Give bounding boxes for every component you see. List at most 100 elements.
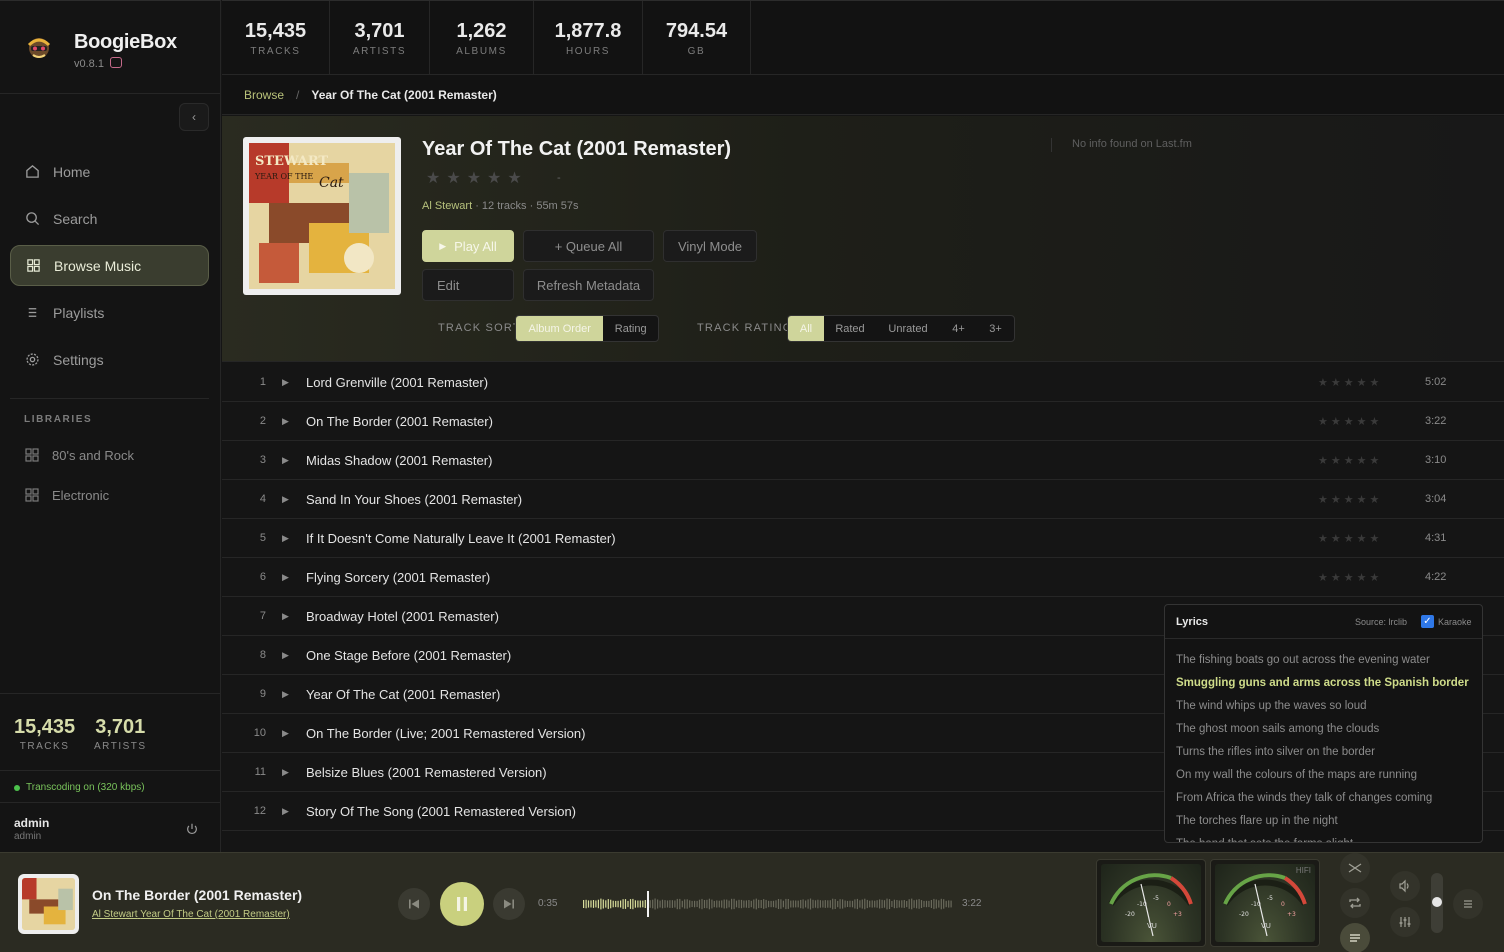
now-playing-cover[interactable] — [18, 874, 79, 934]
play-track-icon[interactable]: ▶ — [282, 767, 289, 778]
track-number: 10 — [253, 727, 266, 739]
track-title: On The Border (2001 Remaster) — [306, 413, 493, 429]
play-track-icon[interactable]: ▶ — [282, 806, 289, 817]
waveform-bar — [706, 899, 708, 909]
play-track-icon[interactable]: ▶ — [282, 533, 289, 544]
waveform-bar — [605, 900, 607, 908]
shuffle-button[interactable] — [1340, 853, 1370, 883]
play-track-icon[interactable]: ▶ — [282, 689, 289, 700]
waveform-bar — [652, 899, 654, 909]
library-item[interactable]: 80's and Rock — [24, 447, 134, 463]
track-rating-label: TRACK RATING — [697, 322, 793, 334]
stat-value: 794.54 — [665, 20, 728, 42]
waveform-bar — [945, 900, 947, 908]
track-row[interactable]: 6 ▶ Flying Sorcery (2001 Remaster) ★★★★★ 4:2… — [222, 558, 1504, 597]
track-rating-stars[interactable]: ★★★★★ — [1318, 454, 1382, 467]
equalizer-button[interactable] — [1390, 907, 1420, 937]
nav-item-search[interactable]: Search — [10, 198, 209, 239]
svg-text:STEWART: STEWART — [255, 154, 328, 169]
track-number: 2 — [259, 415, 266, 427]
track-rating-stars[interactable]: ★★★★★ — [1318, 376, 1382, 389]
next-button[interactable] — [493, 888, 525, 920]
breadcrumb-browse-link[interactable]: Browse — [244, 88, 284, 102]
waveform-bar — [644, 900, 646, 908]
edit-button[interactable]: Edit — [422, 269, 514, 301]
queue-all-button[interactable]: + Queue All — [523, 230, 654, 262]
track-row[interactable]: 2 ▶ On The Border (2001 Remaster) ★★★★★ 3:22 — [222, 402, 1504, 441]
track-row[interactable]: 4 ▶ Sand In Your Shoes (2001 Remaster) ★★★★… — [222, 480, 1504, 519]
waveform-bar — [842, 899, 844, 909]
waveform-bar — [854, 899, 856, 909]
waveform-bar — [849, 900, 851, 908]
play-track-icon[interactable]: ▶ — [282, 650, 289, 661]
rating-3plus-option[interactable]: 3+ — [977, 316, 1014, 341]
stat-label: GB — [687, 46, 706, 57]
track-row[interactable]: 3 ▶ Midas Shadow (2001 Remaster) ★★★★★ 3:10 — [222, 441, 1504, 480]
previous-button[interactable] — [398, 888, 430, 920]
play-track-icon[interactable]: ▶ — [282, 494, 289, 505]
play-track-icon[interactable]: ▶ — [282, 377, 289, 388]
play-track-icon[interactable]: ▶ — [282, 455, 289, 466]
now-playing-artist-link[interactable]: Al Stewart — [92, 909, 138, 920]
repeat-button[interactable] — [1340, 888, 1370, 918]
svg-text:0: 0 — [1281, 901, 1285, 908]
nav-item-browse-music[interactable]: Browse Music — [10, 245, 209, 286]
playhead[interactable] — [647, 891, 649, 917]
track-rating-stars[interactable]: ★★★★★ — [1318, 493, 1382, 506]
waveform-bar — [883, 900, 886, 908]
waveform-seekbar[interactable] — [583, 891, 953, 917]
svg-text:Cat: Cat — [319, 175, 344, 191]
play-track-icon[interactable]: ▶ — [282, 728, 289, 739]
album-rating-stars[interactable]: ★★★★★ — [426, 168, 528, 188]
lyrics-icon — [1350, 934, 1360, 942]
album-artist-link[interactable]: Al Stewart — [422, 200, 472, 212]
nav-item-home[interactable]: Home — [10, 151, 209, 192]
now-playing-album-link[interactable]: Year Of The Cat (2001 Remaster) — [140, 909, 290, 920]
collapse-sidebar-button[interactable]: ‹ — [179, 103, 209, 131]
rating-rated-option[interactable]: Rated — [824, 316, 876, 341]
karaoke-checkbox[interactable]: ✓ — [1421, 615, 1434, 628]
track-title: Year Of The Cat (2001 Remaster) — [306, 686, 501, 702]
waveform-bar — [772, 900, 775, 908]
lyrics-toggle-button[interactable] — [1340, 923, 1370, 952]
track-row[interactable]: 5 ▶ If It Doesn't Come Naturally Leave It … — [222, 519, 1504, 558]
volume-button[interactable] — [1390, 871, 1420, 901]
refresh-metadata-button[interactable]: Refresh Metadata — [523, 269, 654, 301]
vu-meter-face: VU -20 -10 -5 0 +3 — [1101, 864, 1201, 942]
rating-unrated-option[interactable]: Unrated — [876, 316, 940, 341]
waveform-bar — [940, 898, 942, 910]
play-track-icon[interactable]: ▶ — [282, 572, 289, 583]
waveform-bar — [691, 900, 693, 907]
track-title: Flying Sorcery (2001 Remaster) — [306, 569, 491, 585]
library-item[interactable]: Electronic — [24, 487, 109, 503]
sort-album-order-option[interactable]: Album Order — [516, 316, 604, 341]
rating-all-option[interactable]: All — [788, 316, 824, 341]
track-rating-stars[interactable]: ★★★★★ — [1318, 571, 1382, 584]
lyric-line: Turns the rifles into silver on the bord… — [1176, 746, 1375, 758]
sort-rating-option[interactable]: Rating — [603, 316, 658, 341]
breadcrumb: Browse / Year Of The Cat (2001 Remaster) — [222, 75, 1504, 115]
nav-item-playlists[interactable]: Playlists — [10, 292, 209, 333]
waveform-bar — [938, 900, 940, 908]
waveform-bar — [711, 899, 713, 909]
power-icon[interactable] — [185, 822, 199, 836]
play-all-button[interactable]: ▶ Play All — [422, 230, 514, 262]
track-rating-stars[interactable]: ★★★★★ — [1318, 415, 1382, 428]
play-track-icon[interactable]: ▶ — [282, 416, 289, 427]
stat-value: 1,262 — [456, 20, 507, 42]
waveform-bar — [933, 898, 935, 910]
track-number: 12 — [253, 805, 266, 817]
queue-menu-button[interactable] — [1453, 889, 1483, 919]
breadcrumb-separator: / — [296, 87, 300, 102]
waveform-bar — [948, 900, 950, 908]
vinyl-mode-button[interactable]: Vinyl Mode — [663, 230, 757, 262]
nav-item-settings[interactable]: Settings — [10, 339, 209, 380]
library-label: Electronic — [52, 487, 110, 503]
svg-text:VU: VU — [1147, 922, 1157, 930]
track-rating-stars[interactable]: ★★★★★ — [1318, 532, 1382, 545]
rating-4plus-option[interactable]: 4+ — [940, 316, 977, 341]
volume-slider-handle[interactable] — [1432, 897, 1442, 907]
play-pause-button[interactable] — [440, 882, 484, 926]
track-row[interactable]: 1 ▶ Lord Grenville (2001 Remaster) ★★★★★ 5:0… — [222, 363, 1504, 402]
play-track-icon[interactable]: ▶ — [282, 611, 289, 622]
